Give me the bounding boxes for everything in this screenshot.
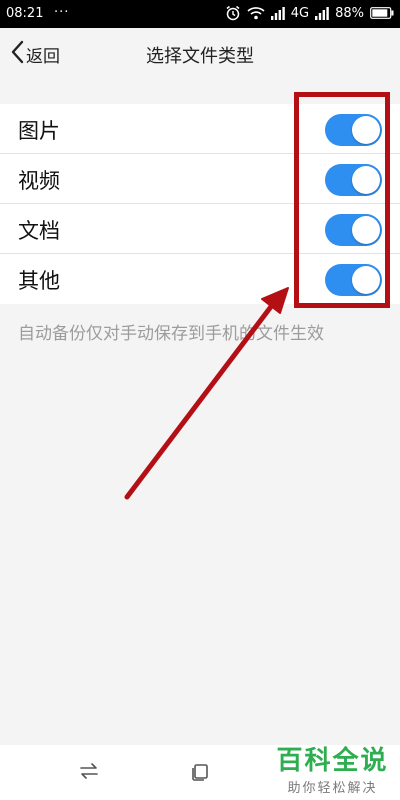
header-bar: 返回 选择文件类型 xyxy=(0,28,400,80)
file-type-label: 视频 xyxy=(18,169,60,193)
status-right-group: 4G 88% xyxy=(225,5,394,21)
recent-apps-icon[interactable] xyxy=(191,763,209,785)
status-bar: 08:21 ··· 4G 88% xyxy=(0,0,400,28)
switch-arrows-icon[interactable] xyxy=(80,763,98,783)
watermark: 百科全说 助你轻松解决 xyxy=(270,740,395,796)
network-type: 4G xyxy=(290,5,310,21)
watermark-sub: 助你轻松解决 xyxy=(287,781,378,796)
signal-icon xyxy=(270,6,285,20)
status-dots: ··· xyxy=(54,5,70,20)
battery-icon xyxy=(370,7,394,19)
file-type-label: 其他 xyxy=(18,269,60,293)
annotation-highlight-box xyxy=(294,92,390,308)
page-title: 选择文件类型 xyxy=(146,46,254,67)
file-type-label: 图片 xyxy=(18,119,60,143)
backup-note: 自动备份仅对手动保存到手机的文件生效 xyxy=(18,324,324,344)
status-time: 08:21 xyxy=(6,6,44,21)
wifi-icon xyxy=(247,6,265,20)
file-type-label: 文档 xyxy=(18,219,60,243)
signal-icon-2 xyxy=(315,6,329,20)
alarm-clock-icon xyxy=(225,5,241,21)
watermark-main: 百科全说 xyxy=(276,746,389,776)
battery-percentage: 88% xyxy=(335,5,364,21)
